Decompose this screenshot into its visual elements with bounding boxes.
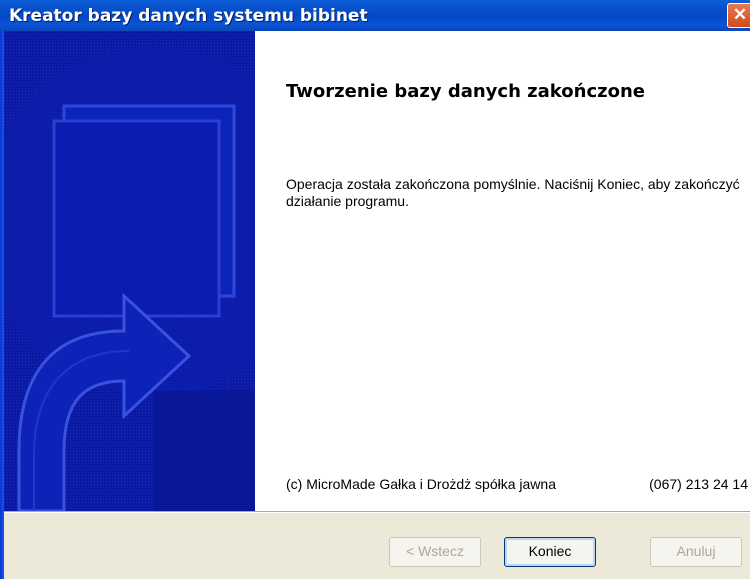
- phone-number: (067) 213 24 14: [649, 476, 748, 492]
- title-bar[interactable]: Kreator bazy danych systemu bibinet ✕: [0, 0, 750, 31]
- button-separator: [4, 511, 750, 513]
- copyright-text: (c) MicroMade Gałka i Drożdż spółka jawn…: [286, 476, 556, 492]
- finish-button[interactable]: Koniec: [504, 537, 596, 567]
- wizard-arrow-graphic: [4, 31, 255, 511]
- back-button[interactable]: < Wstecz: [389, 537, 481, 567]
- completion-message: Operacja została zakończona pomyślnie. N…: [286, 176, 740, 209]
- content-area: Tworzenie bazy danych zakończone Operacj…: [255, 31, 750, 511]
- close-icon: ✕: [732, 5, 748, 24]
- cancel-button[interactable]: Anuluj: [650, 537, 742, 567]
- page-title: Tworzenie bazy danych zakończone: [286, 81, 645, 102]
- window-title: Kreator bazy danych systemu bibinet: [9, 6, 368, 26]
- close-button[interactable]: ✕: [727, 3, 750, 28]
- wizard-side-graphic: [4, 31, 255, 511]
- wizard-window: Kreator bazy danych systemu bibinet ✕ Tw…: [0, 0, 750, 579]
- company-info: (c) MicroMade Gałka i Drożdż spółka jawn…: [286, 476, 748, 496]
